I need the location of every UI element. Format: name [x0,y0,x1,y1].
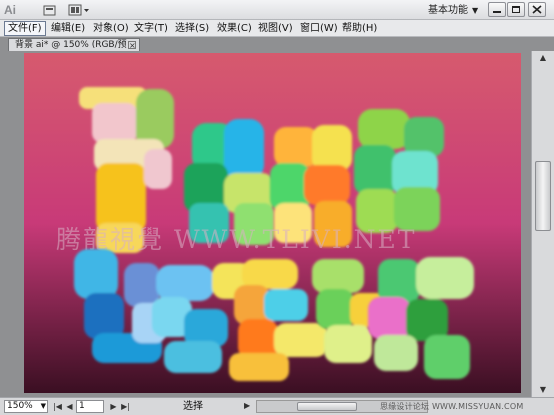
restore-icon [512,6,520,13]
arrange-documents-icon [68,4,89,16]
workspace-switcher[interactable]: 基本功能 ▼ [428,3,478,18]
page-field[interactable]: 1 [76,400,104,413]
chevron-down-icon: ▼ [40,402,46,410]
art-watermark: 腾龍視覺 WWW.TLIVI.NET [56,225,416,254]
menu-bar: 文件(F) 编辑(E) 对象(O) 文字(T) 选择(S) 效果(C) 视图(V… [0,20,554,37]
status-menu-icon[interactable]: ▶ [244,401,250,410]
vertical-scrollbar[interactable]: ▲ ▼ [531,51,554,397]
menu-select[interactable]: 选择(S) [172,21,212,36]
letter-o-shape [354,109,444,233]
title-bar: Ai 基本功能 ▼ [0,0,554,20]
bridge-button[interactable] [40,2,60,18]
document-tab[interactable]: 背景 ai* @ 150% (RGB/预览) × [8,38,140,62]
bridge-icon [43,5,56,16]
menu-help[interactable]: 帮助(H) [339,21,380,36]
menu-window[interactable]: 窗口(W) [297,21,341,36]
site-watermark: 思缘设计论坛 WWW.MISSYUAN.COM [380,402,524,411]
first-page-icon[interactable]: |◀ [52,401,63,412]
vertical-scroll-thumb[interactable] [535,161,551,231]
menu-object[interactable]: 对象(O) [90,21,132,36]
next-page-icon[interactable]: ▶ [108,401,119,412]
document-tab-bar: 背景 ai* @ 150% (RGB/预览) × [0,37,554,62]
restore-button[interactable] [507,2,525,17]
minimize-button[interactable] [488,2,506,17]
canvas-area[interactable]: 腾龍視覺 WWW.TLIVI.NET [0,51,531,397]
menu-file[interactable]: 文件(F) [4,21,46,36]
horizontal-scroll-thumb[interactable] [297,402,357,411]
scroll-down-icon[interactable]: ▼ [537,385,549,395]
menu-edit[interactable]: 编辑(E) [48,21,88,36]
scroll-up-icon[interactable]: ▲ [537,53,549,63]
close-icon [532,5,542,14]
zoom-value: 150% [7,401,33,411]
menu-effect[interactable]: 效果(C) [214,21,255,36]
app-logo: Ai [4,3,16,17]
prev-page-icon[interactable]: ◀ [64,401,75,412]
menu-view[interactable]: 视图(V) [255,21,296,36]
minimize-icon [493,11,501,13]
workspace-label: 基本功能 [428,5,468,16]
chevron-down-icon: ▼ [472,6,479,15]
zoom-field[interactable]: 150% ▼ [4,400,48,413]
menu-type[interactable]: 文字(T) [131,21,171,36]
close-tab-icon[interactable]: × [128,41,136,50]
artwork: 腾龍視覺 WWW.TLIVI.NET [24,53,521,393]
arrange-documents-button[interactable] [66,2,92,18]
status-tool-text: 选择 [183,401,203,412]
close-window-button[interactable] [528,2,546,17]
last-page-icon[interactable]: ▶| [120,401,131,412]
artboard: 腾龍視覺 WWW.TLIVI.NET [24,53,521,393]
status-bar: 150% ▼ |◀ ◀ 1 ▶ ▶| 选择 ▶ 思缘设计论坛 WWW.MISSY… [0,397,554,415]
page-value: 1 [79,401,85,411]
